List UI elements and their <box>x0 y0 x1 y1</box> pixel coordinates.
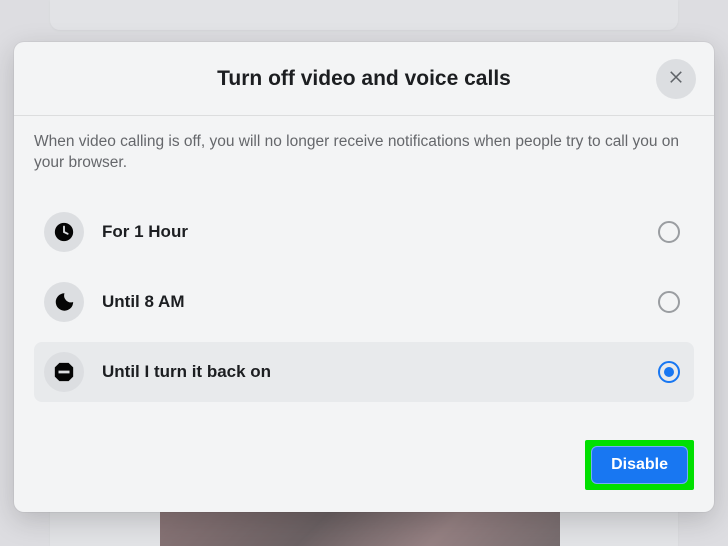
option-until-8am[interactable]: Until 8 AM <box>34 272 694 332</box>
modal-header: Turn off video and voice calls <box>14 42 714 116</box>
modal-body: When video calling is off, you will no l… <box>14 116 714 422</box>
radio-unchecked[interactable] <box>658 291 680 313</box>
tutorial-highlight: Disable <box>585 440 694 490</box>
option-label: Until 8 AM <box>102 292 658 312</box>
radio-unchecked[interactable] <box>658 221 680 243</box>
option-label: For 1 Hour <box>102 222 658 242</box>
option-for-1-hour[interactable]: For 1 Hour <box>34 202 694 262</box>
radio-checked[interactable] <box>658 361 680 383</box>
duration-options: For 1 Hour Until 8 AM Until I turn it ba… <box>34 202 694 402</box>
close-icon <box>667 67 685 90</box>
close-button[interactable] <box>656 59 696 99</box>
modal-description: When video calling is off, you will no l… <box>34 132 694 174</box>
disable-button[interactable]: Disable <box>591 446 688 484</box>
option-until-turn-back-on[interactable]: Until I turn it back on <box>34 342 694 402</box>
modal-footer: Disable <box>14 422 714 512</box>
stop-icon <box>44 352 84 392</box>
option-label: Until I turn it back on <box>102 362 658 382</box>
turn-off-calls-modal: Turn off video and voice calls When vide… <box>14 42 714 512</box>
moon-icon <box>44 282 84 322</box>
modal-title: Turn off video and voice calls <box>217 67 511 91</box>
clock-icon <box>44 212 84 252</box>
